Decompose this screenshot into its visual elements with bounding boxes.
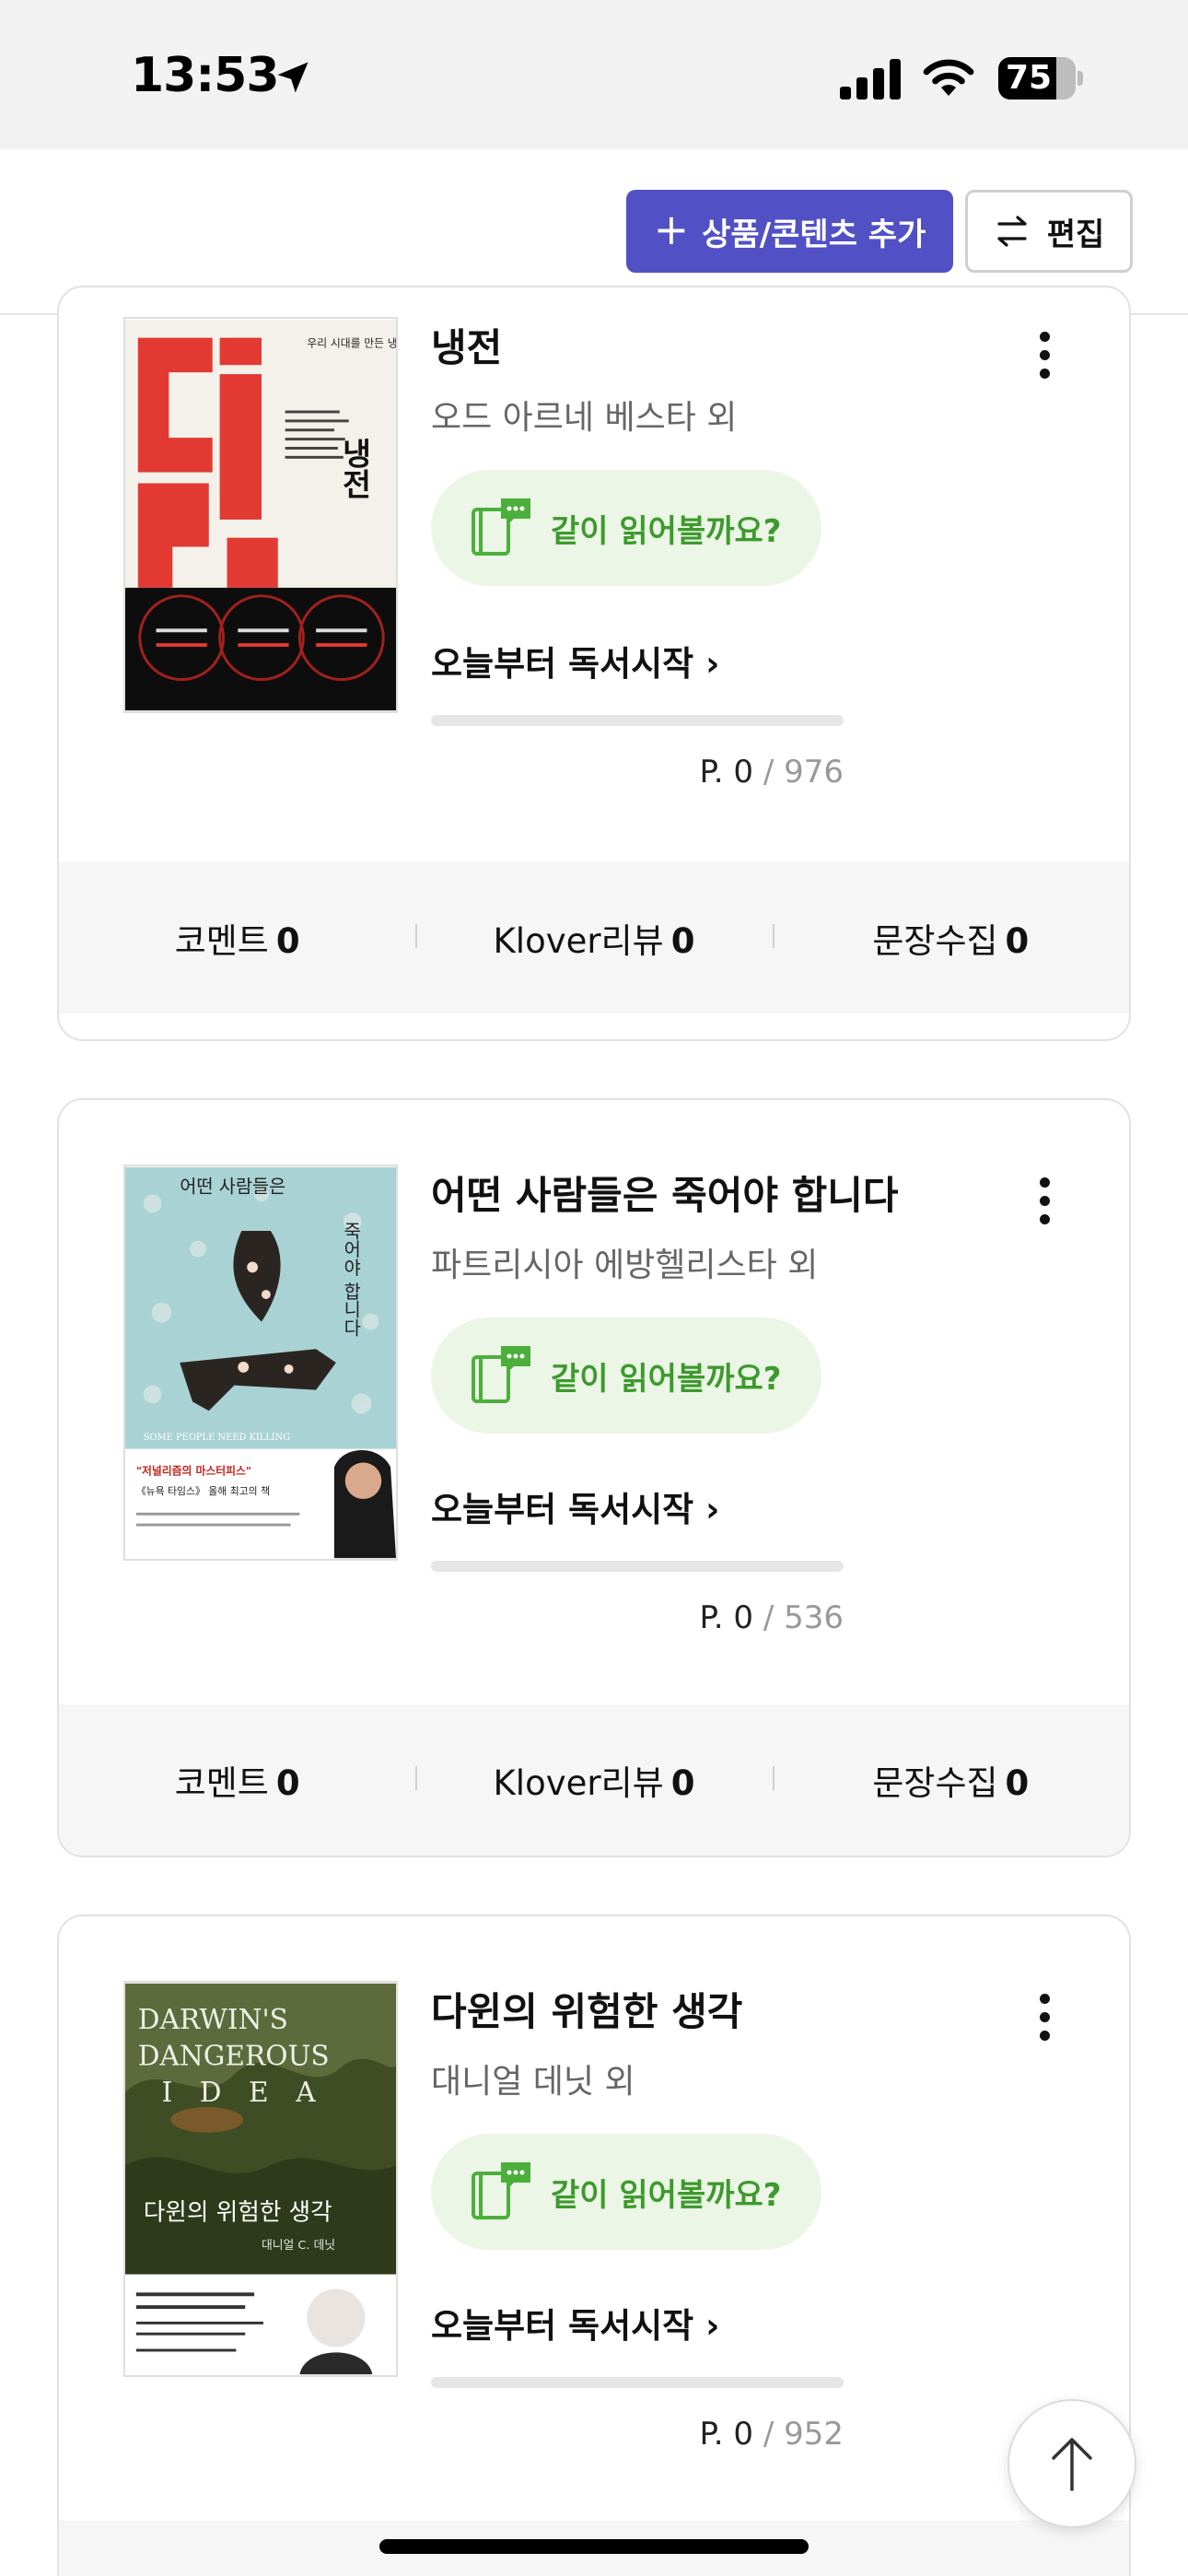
book-title[interactable]: 냉전 [431,317,502,373]
book-card: 어떤 사람들은 죽어야 합니다 SOME PEOPLE NEED KILLING… [57,1098,1131,1857]
reading-progress-bar [431,1561,844,1572]
chevron-right-icon: › [705,1490,720,1529]
cover-art-cold-war: 우리 시대를 만든 냉전의 세계사 냉전 [125,319,396,711]
cover-title-line1: 어떤 사람들은 [180,1177,285,1198]
stat-comments[interactable]: 코멘트 0 [59,913,415,963]
book-title[interactable]: 다윈의 위험한 생각 [431,1981,742,2037]
page-current: P. 0 [699,1599,754,1636]
page-current: P. 0 [699,2416,754,2453]
start-reading-link[interactable]: 오늘부터 독서시작 › [431,2298,719,2348]
book-cover[interactable]: DARWIN'S DANGEROUS IDEA 다윈의 위험한 생각 대니얼 C… [123,1981,398,2377]
cover-series-text: 우리 시대를 만든 냉전의 세계사 [307,336,396,349]
wifi-icon [923,59,974,96]
cellular-signal-icon [840,59,901,100]
start-reading-link[interactable]: 오늘부터 독서시작 › [431,1481,719,1531]
cover-author: 대니얼 C. 데닛 [262,2239,335,2253]
add-content-label: 상품/콘텐츠 추가 [702,216,926,253]
cover-art-darwin: DARWIN'S DANGEROUS IDEA 다윈의 위험한 생각 대니얼 C… [125,1983,396,2375]
page-total: 536 [784,1599,844,1636]
page-current: P. 0 [699,754,754,790]
swap-arrows-icon [997,216,1027,247]
cover-art-some-people: 어떤 사람들은 죽어야 합니다 SOME PEOPLE NEED KILLING… [125,1166,396,1559]
page-count: P. 0 / 952 [699,2416,844,2453]
read-together-button[interactable]: 같이 읽어볼까요? [431,1317,821,1434]
start-reading-label: 오늘부터 독서시작 [431,1490,694,1529]
status-time: 13:53 [131,48,280,103]
scroll-to-top-button[interactable] [1007,2399,1136,2528]
more-options-icon[interactable] [1033,332,1055,387]
cover-english-line2: DANGEROUS [138,2041,330,2072]
stat-klover-reviews[interactable]: Klover리뷰 0 [415,913,772,963]
page-count: P. 0 / 976 [699,754,844,790]
book-card: DARWIN'S DANGEROUS IDEA 다윈의 위험한 생각 대니얼 C… [57,1914,1131,2576]
read-together-label: 같이 읽어볼까요? [551,512,782,550]
page-count: P. 0 / 536 [699,1599,844,1636]
book-stats: 코멘트 0 Klover리뷰 0 문장수집 0 [59,1704,1129,1856]
edit-label: 편집 [1046,216,1105,253]
cover-english-line1: DARWIN'S [138,2004,288,2035]
cover-english-title: SOME PEOPLE NEED KILLING [144,1433,291,1443]
book-stats: 코멘트 0 Klover리뷰 0 문장수집 0 [59,862,1129,1013]
arrow-up-icon [1052,2438,1092,2491]
status-bar: 13:53 75 [0,0,1188,149]
book-title[interactable]: 어떤 사람들은 죽어야 합니다 [431,1165,899,1221]
book-cover[interactable]: 어떤 사람들은 죽어야 합니다 SOME PEOPLE NEED KILLING… [123,1165,398,1561]
start-reading-label: 오늘부터 독서시작 [431,644,694,684]
read-together-button[interactable]: 같이 읽어볼까요? [431,470,821,586]
cover-korean-title: 다윈의 위험한 생각 [144,2198,332,2226]
read-together-label: 같이 읽어볼까요? [551,2176,782,2214]
reading-progress-bar [431,2377,844,2388]
battery-indicator: 75 [998,57,1083,100]
book-card: 우리 시대를 만든 냉전의 세계사 냉전 냉전 오드 아르네 베스타 외 같이 … [57,286,1131,1041]
book-author: 파트리시아 에방헬리스타 외 [431,1247,819,1284]
cover-quote: "저널리즘의 마스터피스" [136,1464,251,1477]
home-indicator [379,2539,809,2554]
cover-title-line2: 죽어야 합니다 [340,1222,361,1337]
reading-progress-bar [431,715,844,726]
book-chat-icon [472,2162,530,2219]
cover-english-line3: IDEA [161,2077,343,2108]
book-author: 대니얼 데닛 외 [431,2063,635,2101]
stat-sentences[interactable]: 문장수집 0 [772,1755,1129,1805]
page-total: 976 [784,754,844,790]
chevron-right-icon: › [705,2306,720,2346]
stat-sentences[interactable]: 문장수집 0 [772,913,1129,963]
chevron-right-icon: › [705,644,720,684]
location-arrow-icon [277,62,309,93]
start-reading-label: 오늘부터 독서시작 [431,2306,694,2346]
read-together-button[interactable]: 같이 읽어볼까요? [431,2134,821,2250]
add-content-button[interactable]: + 상품/콘텐츠 추가 [626,190,953,273]
start-reading-link[interactable]: 오늘부터 독서시작 › [431,636,719,685]
plus-icon: + [653,205,690,254]
book-author: 오드 아르네 베스타 외 [431,399,738,437]
more-options-icon[interactable] [1033,1994,1055,2049]
book-chat-icon [472,498,530,556]
read-together-label: 같이 읽어볼까요? [551,1360,782,1398]
stat-comments[interactable]: 코멘트 0 [59,1755,415,1805]
book-chat-icon [472,1346,530,1403]
cover-subtitle: 《뉴욕 타임스》 올해 최고의 책 [136,1484,270,1497]
page-total: 952 [784,2416,844,2453]
cover-title-text: 냉전 [336,438,372,500]
more-options-icon[interactable] [1033,1177,1055,1233]
edit-button[interactable]: 편집 [965,190,1133,273]
book-cover[interactable]: 우리 시대를 만든 냉전의 세계사 냉전 [123,317,398,713]
stat-klover-reviews[interactable]: Klover리뷰 0 [415,1755,772,1805]
battery-percent: 75 [1005,59,1053,97]
